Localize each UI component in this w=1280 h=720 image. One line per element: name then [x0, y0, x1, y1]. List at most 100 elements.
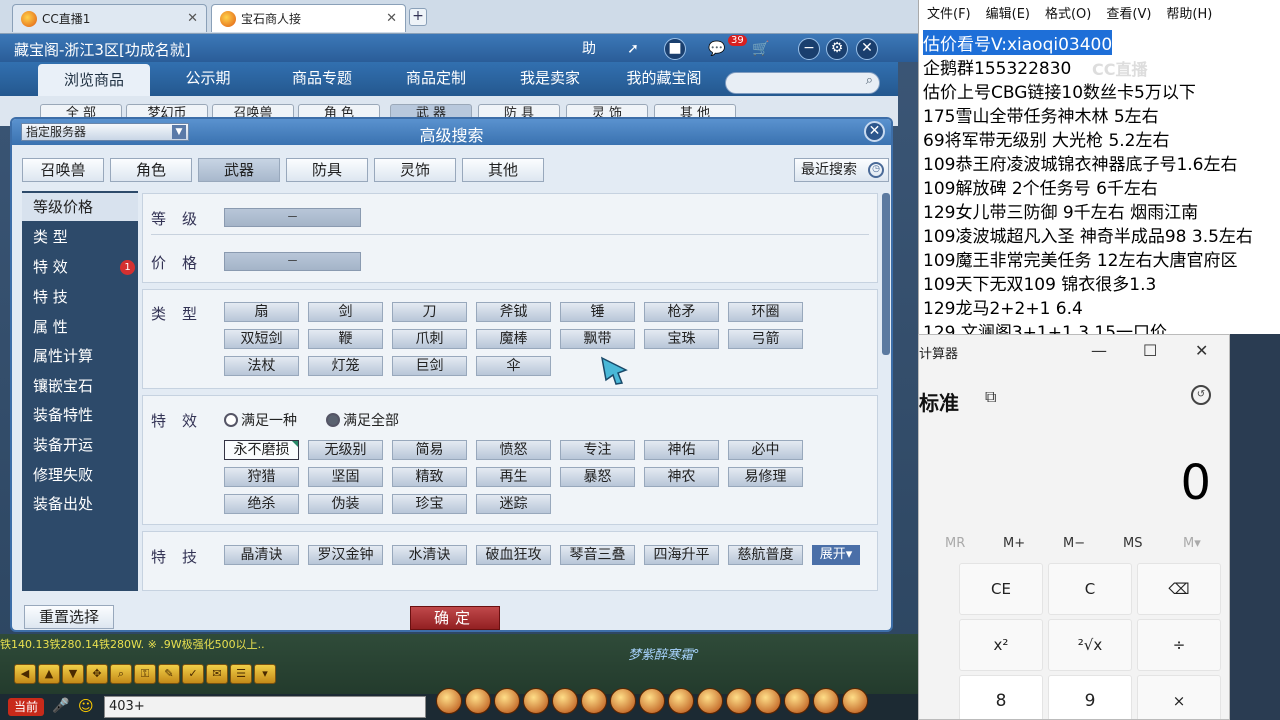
lock-icon[interactable]: ⚿ [134, 664, 156, 684]
skill-icon[interactable] [465, 688, 491, 714]
memory-recall-button[interactable]: MR [945, 536, 965, 551]
chevron-down-icon[interactable]: ▼ [172, 125, 186, 139]
chat-channel-button[interactable]: 当前 [8, 698, 44, 716]
effect-option[interactable]: 迷踪 [476, 494, 551, 514]
type-option[interactable]: 扇 [224, 302, 299, 322]
notepad-line[interactable]: 估价上号CBG链接10数丝卡5万以下 [923, 78, 1196, 103]
category-ornament[interactable]: 灵饰 [374, 158, 456, 182]
arrow-down-icon[interactable]: ▼ [62, 664, 84, 684]
dialog-scrollbar[interactable] [882, 193, 890, 355]
skill-icon[interactable] [784, 688, 810, 714]
nav-seller[interactable]: 我是卖家 [504, 62, 596, 96]
emoji-icon[interactable]: ☺ [78, 697, 94, 715]
skill-icon[interactable] [552, 688, 578, 714]
sidebar-item-level-price[interactable]: 等级价格 [22, 193, 138, 221]
dialog-close-button[interactable]: ✕ [864, 121, 885, 142]
effect-option[interactable]: 易修理 [728, 467, 803, 487]
collapse-icon[interactable]: ▾ [254, 664, 276, 684]
chat-input[interactable]: 403+ [104, 696, 426, 718]
reset-button[interactable]: 重置选择 [24, 605, 114, 629]
minimize-icon[interactable]: — [1091, 341, 1107, 360]
search-icon[interactable]: ⌕ [866, 73, 873, 88]
type-option[interactable]: 灯笼 [308, 356, 383, 376]
type-option[interactable]: 弓箭 [728, 329, 803, 349]
sidebar-item-repair-fail[interactable]: 修理失败 [22, 461, 138, 489]
nav-custom[interactable]: 商品定制 [390, 62, 482, 96]
type-option[interactable]: 宝珠 [644, 329, 719, 349]
effect-option[interactable]: 必中 [728, 440, 803, 460]
notepad-line[interactable]: 109魔王非常完美任务 12左右大唐官府区 [923, 246, 1237, 271]
type-option[interactable]: 爪刺 [392, 329, 467, 349]
move-icon[interactable]: ✥ [86, 664, 108, 684]
skill-option[interactable]: 水清诀 [392, 545, 467, 565]
effect-option[interactable]: 绝杀 [224, 494, 299, 514]
nav-topics[interactable]: 商品专题 [276, 62, 368, 96]
category-armor[interactable]: 防具 [286, 158, 368, 182]
arrow-up-icon[interactable]: ▲ [38, 664, 60, 684]
menu-edit[interactable]: 编辑(E) [986, 0, 1030, 30]
effect-option[interactable]: 珍宝 [392, 494, 467, 514]
clear-entry-button[interactable]: CE [959, 563, 1043, 615]
sidebar-item-traits[interactable]: 装备特性 [22, 401, 138, 429]
game-search-input[interactable]: ⌕ [725, 72, 880, 94]
nav-browse[interactable]: 浏览商品 [38, 64, 150, 96]
notepad-line[interactable]: 109解放碑 2个任务号 6千左右 [923, 174, 1158, 199]
effect-option[interactable]: 狩猎 [224, 467, 299, 487]
type-option[interactable]: 锤 [560, 302, 635, 322]
price-range-input[interactable]: － [224, 252, 361, 271]
help-button[interactable]: 助 [578, 38, 600, 60]
message-icon[interactable]: 💬 [706, 38, 728, 60]
sidebar-item-attribute-calc[interactable]: 属性计算 [22, 342, 138, 370]
memory-store-button[interactable]: MS [1123, 536, 1142, 551]
server-select[interactable]: 指定服务器 ▼ [21, 123, 189, 141]
skill-icon[interactable] [639, 688, 665, 714]
effect-option[interactable]: 愤怒 [476, 440, 551, 460]
effect-option[interactable]: 神农 [644, 467, 719, 487]
list-icon[interactable]: ☰ [230, 664, 252, 684]
notepad-line[interactable]: 129龙马2+2+1 6.4 [923, 294, 1083, 319]
share-icon[interactable]: ➚ [622, 38, 644, 60]
skill-icon[interactable] [813, 688, 839, 714]
search-icon[interactable]: ⌕ [110, 664, 132, 684]
type-option[interactable]: 法杖 [224, 356, 299, 376]
browser-tab-cc-live[interactable]: CC直播1 ✕ [12, 4, 207, 32]
radio-match-all[interactable]: 满足全部 [326, 410, 399, 430]
type-option[interactable]: 枪矛 [644, 302, 719, 322]
effect-option[interactable]: 再生 [476, 467, 551, 487]
multiply-button[interactable]: × [1137, 675, 1221, 719]
notepad-line[interactable]: 175雪山全带任务神木林 5左右 [923, 102, 1159, 127]
notepad-line[interactable]: 109恭王府凌波城锦衣神器底子号1.6左右 [923, 150, 1237, 175]
close-icon[interactable]: ✕ [1195, 341, 1208, 360]
level-range-input[interactable]: － [224, 208, 361, 227]
type-option[interactable]: 刀 [392, 302, 467, 322]
close-icon[interactable]: ✕ [187, 11, 198, 26]
memory-add-button[interactable]: M+ [1003, 536, 1025, 551]
effect-option[interactable]: 永不磨损 [224, 440, 299, 460]
recent-search-button[interactable]: 最近搜索 ◷ [794, 158, 889, 182]
notepad-line[interactable]: 109天下无双109 锦衣很多1.3 [923, 270, 1156, 295]
sidebar-item-attribute[interactable]: 属 性 [22, 313, 138, 341]
type-option[interactable]: 巨剑 [392, 356, 467, 376]
skill-icon[interactable] [726, 688, 752, 714]
effect-option[interactable]: 专注 [560, 440, 635, 460]
skill-option[interactable]: 慈航普度 [728, 545, 803, 565]
type-option[interactable]: 鞭 [308, 329, 383, 349]
category-role[interactable]: 角色 [110, 158, 192, 182]
skill-icon[interactable] [842, 688, 868, 714]
square-button[interactable]: x² [959, 619, 1043, 671]
expand-skills-button[interactable]: 展开▾ [812, 545, 860, 565]
menu-help[interactable]: 帮助(H) [1166, 0, 1212, 30]
sidebar-item-fortune[interactable]: 装备开运 [22, 431, 138, 459]
skill-option[interactable]: 琴音三叠 [560, 545, 635, 565]
confirm-button[interactable]: 确定 [410, 606, 500, 630]
category-other[interactable]: 其他 [462, 158, 544, 182]
keep-on-top-icon[interactable]: ⧉ [985, 387, 996, 407]
skill-option[interactable]: 破血狂攻 [476, 545, 551, 565]
skill-icon[interactable] [494, 688, 520, 714]
paint-icon[interactable]: ✎ [158, 664, 180, 684]
digit-8-button[interactable]: 8 [959, 675, 1043, 719]
memory-subtract-button[interactable]: M− [1063, 536, 1085, 551]
memory-list-button[interactable]: M▾ [1183, 536, 1201, 551]
nav-publicity[interactable]: 公示期 [162, 62, 254, 96]
category-pet[interactable]: 召唤兽 [22, 158, 104, 182]
